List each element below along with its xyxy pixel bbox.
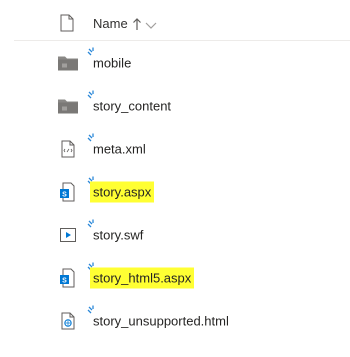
svg-text:S: S [62, 191, 67, 198]
list-header: Name [0, 0, 350, 44]
list-item-story-swf[interactable]: story.swf [0, 213, 350, 256]
name-column-header[interactable]: Name [93, 16, 160, 31]
file-name[interactable]: story_unsupported.html [93, 313, 229, 328]
file-name[interactable]: story_html5.aspx [90, 267, 195, 288]
file-name[interactable]: story.swf [93, 227, 143, 242]
file-name[interactable]: meta.xml [93, 141, 146, 156]
highlighted-file-name: story_html5.aspx [90, 267, 195, 288]
file-name[interactable]: story_content [93, 98, 171, 113]
folder-icon [58, 56, 78, 70]
sharepoint-aspx-icon: S [60, 268, 75, 287]
xml-file-icon [61, 140, 75, 157]
sharepoint-aspx-icon: S [60, 182, 75, 201]
file-name[interactable]: story.aspx [90, 181, 155, 202]
svg-text:S: S [62, 277, 67, 284]
file-type-column-icon[interactable] [60, 14, 74, 32]
highlighted-file-name: story.aspx [90, 181, 155, 202]
list-item-story-unsupported-html[interactable]: story_unsupported.html [0, 299, 350, 342]
file-name[interactable]: mobile [93, 55, 131, 70]
html-file-icon [61, 312, 75, 329]
sort-ascending-icon[interactable] [132, 17, 160, 31]
list-item-story-aspx[interactable]: S story.aspx [0, 170, 350, 213]
video-file-icon [60, 227, 76, 242]
list-item-story-content[interactable]: story_content [0, 84, 350, 127]
list-item-mobile[interactable]: mobile [0, 41, 350, 84]
folder-icon [58, 99, 78, 113]
list-item-meta-xml[interactable]: meta.xml [0, 127, 350, 170]
name-column-label: Name [93, 16, 128, 31]
list-item-story-html5-aspx[interactable]: S story_html5.aspx [0, 256, 350, 299]
